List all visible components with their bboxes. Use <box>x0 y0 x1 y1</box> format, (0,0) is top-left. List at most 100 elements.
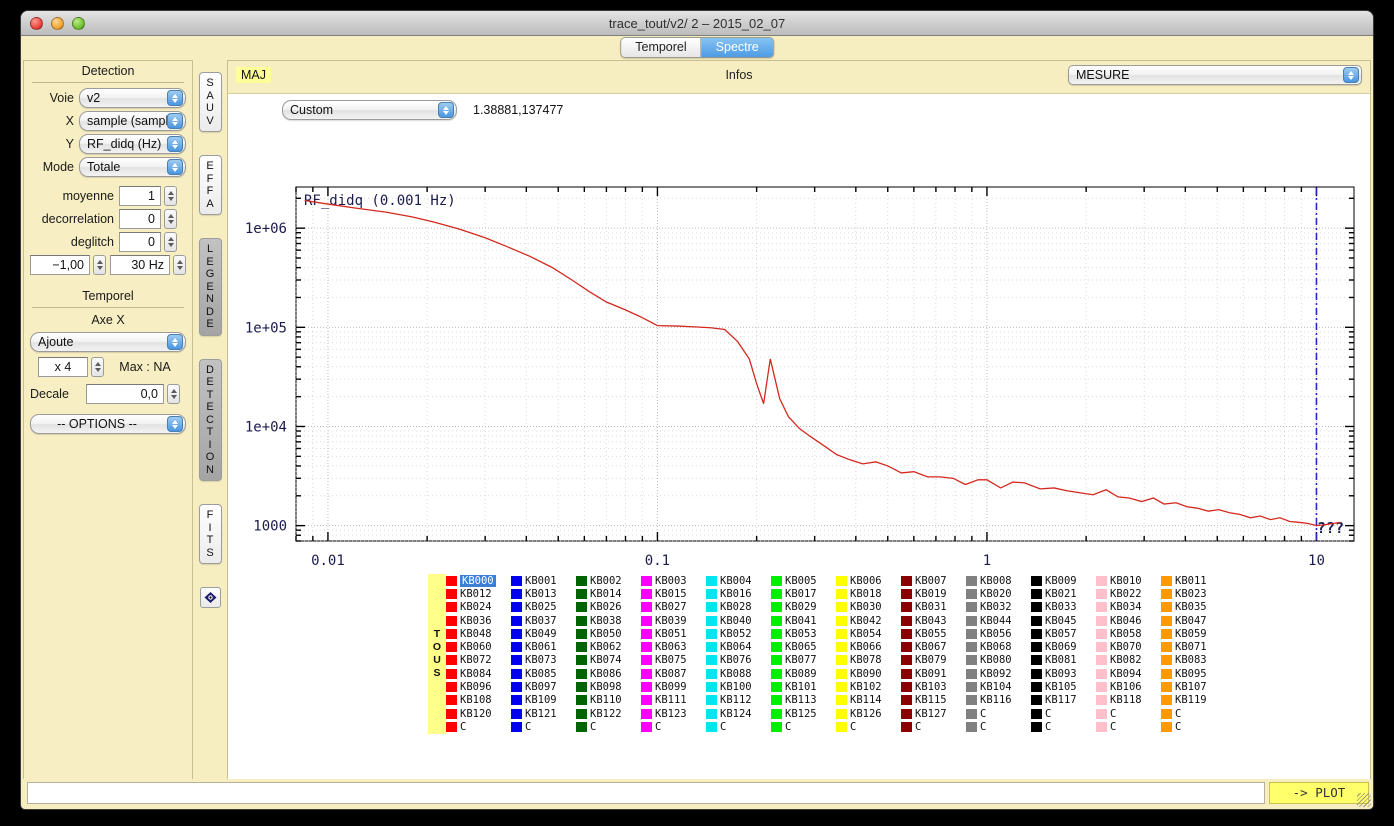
legend-item[interactable]: KB108 <box>446 694 511 707</box>
color-swatch-icon[interactable] <box>641 616 652 626</box>
legend-item[interactable]: C <box>836 720 901 733</box>
color-swatch-icon[interactable] <box>1161 576 1172 586</box>
color-swatch-icon[interactable] <box>446 682 457 692</box>
legend-item[interactable]: KB004 <box>706 574 771 587</box>
color-swatch-icon[interactable] <box>511 642 522 652</box>
mesure-select[interactable]: MESURE <box>1068 65 1362 85</box>
color-swatch-icon[interactable] <box>641 722 652 732</box>
color-swatch-icon[interactable] <box>576 669 587 679</box>
eye-icon[interactable] <box>200 587 221 608</box>
frequency-stepper[interactable] <box>173 255 186 275</box>
legend-item[interactable]: KB024 <box>446 601 511 614</box>
color-swatch-icon[interactable] <box>641 682 652 692</box>
legend-item[interactable]: KB047 <box>1161 614 1226 627</box>
legend-item[interactable]: KB057 <box>1031 627 1096 640</box>
color-swatch-icon[interactable] <box>771 682 782 692</box>
color-swatch-icon[interactable] <box>1096 576 1107 586</box>
color-swatch-icon[interactable] <box>901 682 912 692</box>
color-swatch-icon[interactable] <box>1031 602 1042 612</box>
legend-item[interactable]: KB122 <box>576 707 641 720</box>
color-swatch-icon[interactable] <box>1161 602 1172 612</box>
color-swatch-icon[interactable] <box>511 655 522 665</box>
legend-item[interactable]: KB021 <box>1031 587 1096 600</box>
color-swatch-icon[interactable] <box>446 602 457 612</box>
legend-item[interactable]: KB035 <box>1161 601 1226 614</box>
color-swatch-icon[interactable] <box>641 655 652 665</box>
legend-item[interactable]: KB049 <box>511 627 576 640</box>
legend-item[interactable]: KB062 <box>576 640 641 653</box>
color-swatch-icon[interactable] <box>1161 642 1172 652</box>
tous-button[interactable]: TOUS <box>428 574 446 734</box>
color-swatch-icon[interactable] <box>576 655 587 665</box>
legend-item[interactable]: KB102 <box>836 680 901 693</box>
color-swatch-icon[interactable] <box>771 695 782 705</box>
legend-item[interactable]: KB107 <box>1161 680 1226 693</box>
color-swatch-icon[interactable] <box>901 616 912 626</box>
color-swatch-icon[interactable] <box>901 655 912 665</box>
legend-item[interactable]: KB003 <box>641 574 706 587</box>
close-button[interactable] <box>30 17 43 30</box>
legend-item[interactable]: KB083 <box>1161 654 1226 667</box>
legend-item[interactable]: KB066 <box>836 640 901 653</box>
legend-item[interactable]: KB058 <box>1096 627 1161 640</box>
color-swatch-icon[interactable] <box>446 589 457 599</box>
color-swatch-icon[interactable] <box>901 589 912 599</box>
legend-item[interactable]: KB081 <box>1031 654 1096 667</box>
legend-item[interactable]: KB059 <box>1161 627 1226 640</box>
legend-item[interactable]: KB028 <box>706 601 771 614</box>
color-swatch-icon[interactable] <box>576 642 587 652</box>
color-swatch-icon[interactable] <box>1031 682 1042 692</box>
color-swatch-icon[interactable] <box>836 655 847 665</box>
color-swatch-icon[interactable] <box>511 602 522 612</box>
color-swatch-icon[interactable] <box>1096 669 1107 679</box>
legend-item[interactable]: KB034 <box>1096 601 1161 614</box>
multiplier-input[interactable]: x 4 <box>38 357 88 377</box>
legend-item[interactable]: KB029 <box>771 601 836 614</box>
color-swatch-icon[interactable] <box>446 642 457 652</box>
color-swatch-icon[interactable] <box>1096 642 1107 652</box>
decale-stepper[interactable] <box>167 384 180 404</box>
color-swatch-icon[interactable] <box>771 616 782 626</box>
legend-item[interactable]: KB084 <box>446 667 511 680</box>
color-swatch-icon[interactable] <box>771 722 782 732</box>
legend-item[interactable]: KB071 <box>1161 640 1226 653</box>
color-swatch-icon[interactable] <box>641 642 652 652</box>
color-swatch-icon[interactable] <box>771 669 782 679</box>
legend-item[interactable]: KB042 <box>836 614 901 627</box>
plot-button[interactable]: -> PLOT <box>1269 782 1369 804</box>
legend-item[interactable]: KB037 <box>511 614 576 627</box>
legend-item[interactable]: KB090 <box>836 667 901 680</box>
color-swatch-icon[interactable] <box>836 722 847 732</box>
color-swatch-icon[interactable] <box>966 695 977 705</box>
legend-item[interactable]: KB017 <box>771 587 836 600</box>
legend-item[interactable]: C <box>901 720 966 733</box>
legend-item[interactable]: KB101 <box>771 680 836 693</box>
resize-handle[interactable] <box>1357 793 1371 807</box>
color-swatch-icon[interactable] <box>446 655 457 665</box>
legend-item[interactable]: KB002 <box>576 574 641 587</box>
color-swatch-icon[interactable] <box>641 589 652 599</box>
legend-item[interactable]: KB050 <box>576 627 641 640</box>
legend-item[interactable]: KB006 <box>836 574 901 587</box>
color-swatch-icon[interactable] <box>446 695 457 705</box>
legend-item[interactable]: KB018 <box>836 587 901 600</box>
legend-item[interactable]: KB036 <box>446 614 511 627</box>
color-swatch-icon[interactable] <box>1161 709 1172 719</box>
legend-item[interactable]: KB011 <box>1161 574 1226 587</box>
multiplier-stepper[interactable] <box>91 357 104 377</box>
legend-item[interactable]: KB033 <box>1031 601 1096 614</box>
color-swatch-icon[interactable] <box>641 669 652 679</box>
legend-item[interactable]: C <box>446 720 511 733</box>
color-swatch-icon[interactable] <box>641 629 652 639</box>
legend-item[interactable]: C <box>511 720 576 733</box>
legend-item[interactable]: KB016 <box>706 587 771 600</box>
color-swatch-icon[interactable] <box>446 722 457 732</box>
x-select[interactable]: sample (sampl <box>79 111 186 131</box>
legend-item[interactable]: KB068 <box>966 640 1031 653</box>
decorrelation-stepper[interactable] <box>164 209 177 229</box>
legend-item[interactable]: KB075 <box>641 654 706 667</box>
color-swatch-icon[interactable] <box>641 709 652 719</box>
color-swatch-icon[interactable] <box>1096 629 1107 639</box>
legend-item[interactable]: KB123 <box>641 707 706 720</box>
color-swatch-icon[interactable] <box>576 589 587 599</box>
